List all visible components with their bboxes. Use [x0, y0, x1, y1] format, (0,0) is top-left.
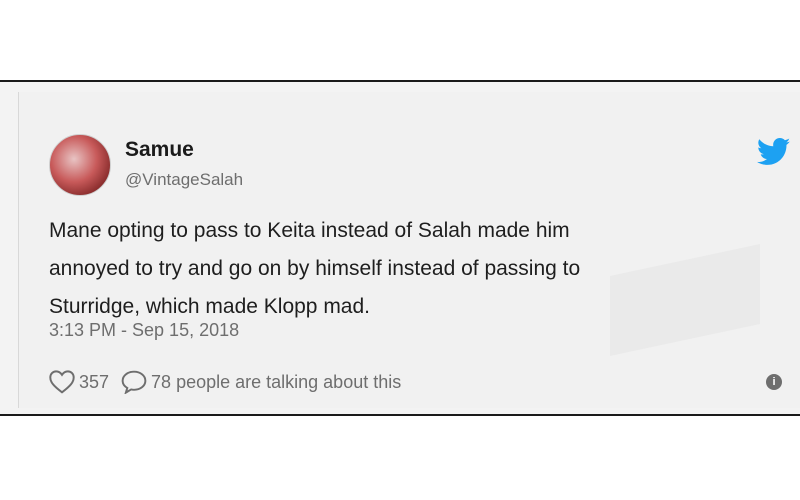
- info-icon[interactable]: i: [766, 374, 782, 390]
- speech-bubble-icon: [121, 370, 147, 394]
- heart-icon: [49, 370, 75, 394]
- avatar[interactable]: [49, 134, 111, 196]
- conversation-link[interactable]: 78 people are talking about this: [121, 370, 401, 394]
- like-count: 357: [79, 371, 110, 392]
- tweet-card[interactable]: Samue @VintageSalah Mane opting to pass …: [18, 92, 800, 408]
- tweet-text-line: annoyed to try and go on by himself inst…: [49, 257, 581, 280]
- tweet-timestamp[interactable]: 3:13 PM - Sep 15, 2018: [49, 320, 239, 341]
- tweet-actions: 357 78 people are talking about this: [49, 368, 413, 396]
- tweet-text: Mane opting to pass to Keita instead of …: [49, 212, 749, 326]
- tweet-text-line: Mane opting to pass to Keita instead of …: [49, 219, 570, 242]
- twitter-bird-icon[interactable]: [757, 138, 791, 166]
- like-button[interactable]: 357: [49, 370, 109, 394]
- author-name[interactable]: Samue: [125, 138, 194, 162]
- conversation-text: 78 people are talking about this: [151, 371, 402, 392]
- author-handle[interactable]: @VintageSalah: [125, 170, 243, 190]
- tweet-embed-frame: Samue @VintageSalah Mane opting to pass …: [0, 80, 800, 416]
